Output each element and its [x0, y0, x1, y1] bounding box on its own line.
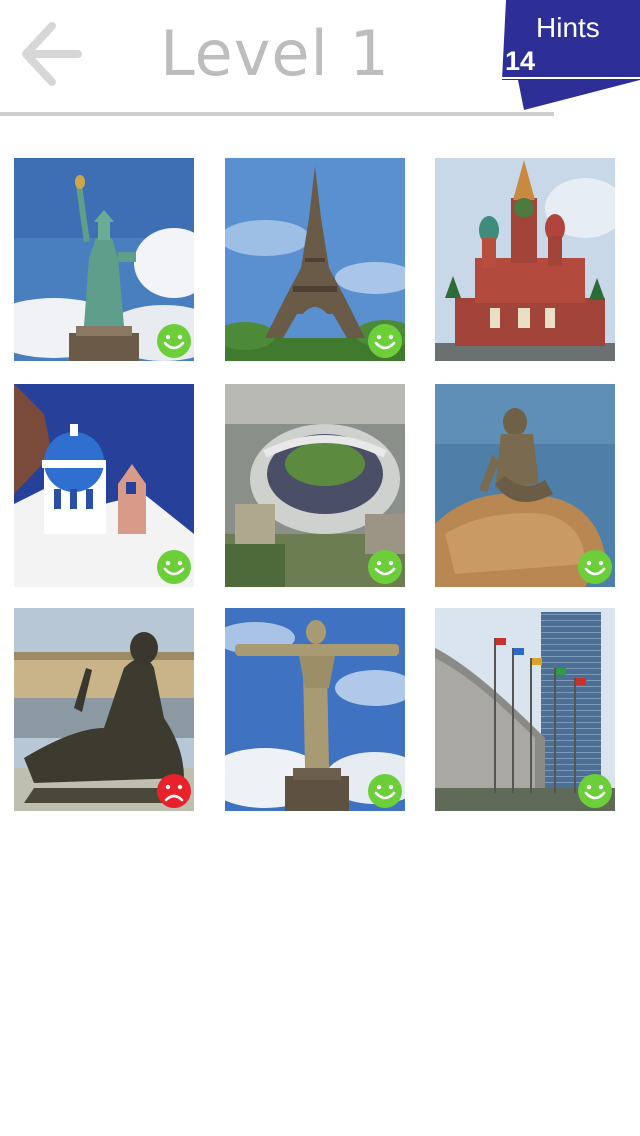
- correct-smiley-icon: [157, 324, 191, 358]
- tile-yankee-stadium[interactable]: [225, 384, 405, 587]
- correct-smiley-icon: [578, 550, 612, 584]
- correct-smiley-icon: [578, 774, 612, 808]
- page-title: Level 1: [160, 17, 390, 90]
- correct-smiley-icon: [368, 324, 402, 358]
- header-bar: Level 1 Hints 14: [0, 0, 640, 120]
- header-divider: [0, 112, 554, 116]
- tile-christ-the-redeemer[interactable]: [225, 608, 405, 811]
- hints-count: 14: [505, 46, 536, 76]
- correct-smiley-icon: [368, 774, 402, 808]
- correct-smiley-icon: [157, 550, 191, 584]
- back-arrow-icon[interactable]: [18, 20, 82, 88]
- tile-little-mermaid[interactable]: [435, 384, 615, 587]
- correct-smiley-icon: [368, 550, 402, 584]
- tile-eiffel-tower[interactable]: [225, 158, 405, 361]
- hints-button[interactable]: Hints 14: [500, 0, 640, 112]
- tile-statue-of-liberty[interactable]: [14, 158, 194, 361]
- tile-un-headquarters[interactable]: [435, 608, 615, 811]
- tile-versailles-statue[interactable]: [14, 608, 194, 811]
- tile-saint-basils-cathedral[interactable]: [435, 158, 615, 361]
- hints-label: Hints: [536, 12, 600, 43]
- wrong-sad-face-icon: [157, 774, 191, 808]
- tile-santorini-church[interactable]: [14, 384, 194, 587]
